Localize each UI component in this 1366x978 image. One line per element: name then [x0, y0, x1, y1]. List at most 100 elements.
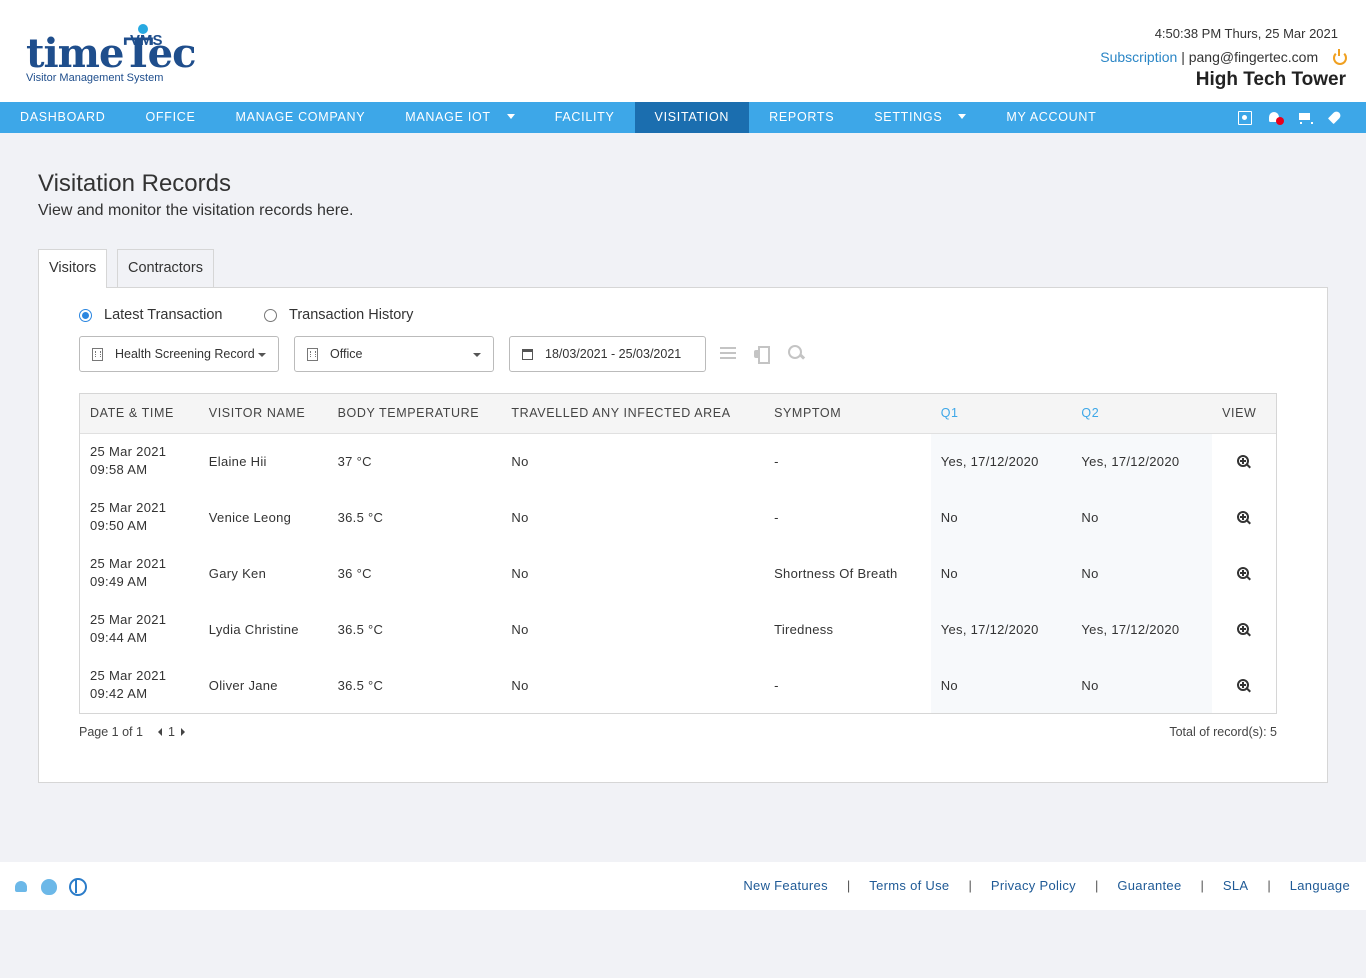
tab-visitors[interactable]: Visitors: [38, 249, 108, 288]
print-icon[interactable]: [754, 345, 770, 364]
dropdown-arrow-icon: [473, 353, 481, 357]
table-row: 25 Mar 2021 09:42 AM Oliver Jane 36.5 °C …: [80, 657, 1276, 713]
radio-transaction-history[interactable]: Transaction History: [264, 307, 413, 323]
nav-my-account[interactable]: MY ACCOUNT: [986, 102, 1116, 133]
subscription-link[interactable]: Subscription: [1100, 49, 1177, 65]
apple-icon[interactable]: [40, 877, 58, 895]
cell-datetime: 25 Mar 2021 09:42 AM: [90, 668, 167, 701]
cell-q2: No: [1071, 545, 1213, 601]
footer-link-sla[interactable]: SLA: [1223, 878, 1248, 893]
prev-page-icon[interactable]: [157, 728, 162, 736]
zoom-in-icon[interactable]: [1237, 678, 1251, 693]
col-header-q2[interactable]: Q2: [1071, 394, 1213, 434]
nav-visitation[interactable]: VISITATION: [634, 102, 750, 133]
footer-link-new-features[interactable]: New Features: [743, 878, 828, 893]
logo-vms: VMS: [130, 32, 163, 49]
nav-reports[interactable]: REPORTS: [749, 102, 854, 133]
cart-icon[interactable]: [1298, 111, 1313, 125]
cell-temperature: 36.5 °C: [337, 677, 384, 693]
radio-button-checked[interactable]: [79, 308, 92, 322]
col-header-datetime[interactable]: DATE & TIME: [80, 394, 199, 434]
table-row: 25 Mar 2021 09:44 AM Lydia Christine 36.5…: [80, 601, 1276, 657]
header: timeTec VMS Visitor Management System 4:…: [0, 0, 1366, 102]
search-icon[interactable]: [788, 345, 804, 361]
nav-office[interactable]: OFFICE: [125, 102, 215, 133]
cell-temperature: 36.5 °C: [337, 621, 384, 637]
date-range-picker[interactable]: 18/03/2021 - 25/03/2021: [509, 336, 706, 372]
globe-icon[interactable]: [68, 877, 87, 896]
main-nav: DASHBOARD OFFICE MANAGE COMPANY MANAGE I…: [0, 102, 1366, 133]
footer-link-guarantee[interactable]: Guarantee: [1117, 878, 1181, 893]
cell-q1: Yes, 17/12/2020: [930, 433, 1072, 489]
total-records: Total of record(s): 5: [1169, 725, 1277, 739]
android-icon[interactable]: [12, 877, 30, 895]
zoom-in-icon[interactable]: [1237, 566, 1251, 581]
list-icon[interactable]: [720, 345, 736, 361]
notification-bell-icon[interactable]: [1268, 111, 1284, 125]
nav-dashboard[interactable]: DASHBOARD: [0, 102, 125, 133]
contact-icon[interactable]: [1238, 110, 1252, 125]
cell-datetime: 25 Mar 2021 09:49 AM: [90, 556, 167, 589]
app-icons: [12, 877, 87, 896]
nav-settings[interactable]: SETTINGS: [854, 102, 986, 133]
cell-q2: No: [1071, 489, 1213, 545]
cell-q2: No: [1071, 657, 1213, 713]
footer-link-language[interactable]: Language: [1290, 878, 1350, 893]
cell-datetime: 25 Mar 2021 09:58 AM: [90, 444, 167, 478]
toolbar-icons: [720, 345, 804, 364]
page-number[interactable]: 1: [168, 725, 175, 739]
power-logout-icon[interactable]: [1332, 49, 1347, 65]
footer-link-privacy-policy[interactable]: Privacy Policy: [991, 878, 1076, 893]
user-line: Subscription | pang@fingertec.com: [1100, 49, 1347, 65]
location-select[interactable]: Office: [294, 336, 494, 372]
cell-view: [1212, 545, 1276, 601]
cell-visitor-name: Oliver Jane: [208, 677, 278, 693]
record-type-select[interactable]: Health Screening Record: [79, 336, 279, 372]
cell-symptom: -: [774, 453, 779, 469]
cell-q1: Yes, 17/12/2020: [930, 601, 1072, 657]
table-header-row: DATE & TIME VISITOR NAME BODY TEMPERATUR…: [80, 394, 1276, 434]
header-user-area: 4:50:38 PM Thurs, 25 Mar 2021 Subscripti…: [1100, 26, 1347, 91]
page-description: View and monitor the visitation records …: [38, 202, 354, 219]
records-table: DATE & TIME VISITOR NAME BODY TEMPERATUR…: [79, 393, 1277, 714]
zoom-in-icon[interactable]: [1237, 455, 1251, 469]
cell-symptom: Tiredness: [774, 621, 834, 637]
nav-manage-iot[interactable]: MANAGE IOT: [385, 102, 534, 133]
footer: New Features | Terms of Use | Privacy Po…: [0, 862, 1366, 910]
cell-visitor-name: Gary Ken: [208, 565, 267, 581]
building-icon: [307, 347, 318, 361]
timetec-logo[interactable]: timeTec VMS Visitor Management System: [26, 22, 196, 88]
radio-button-unchecked[interactable]: [264, 308, 277, 322]
footer-link-terms-of-use[interactable]: Terms of Use: [869, 878, 949, 893]
next-page-icon[interactable]: [180, 728, 185, 736]
col-header-body-temperature[interactable]: BODY TEMPERATURE: [327, 394, 502, 434]
cell-symptom: Shortness Of Breath: [774, 565, 898, 581]
cell-travelled: No: [511, 677, 529, 693]
user-separator: |: [1181, 49, 1185, 65]
notification-dot: [1276, 116, 1284, 125]
radio-latest-transaction[interactable]: Latest Transaction: [79, 307, 223, 323]
cell-visitor-name: Lydia Christine: [208, 621, 299, 637]
cell-datetime: 25 Mar 2021 09:50 AM: [90, 500, 167, 533]
cell-q1: No: [930, 489, 1072, 545]
cell-travelled: No: [511, 453, 529, 469]
tab-contractors[interactable]: Contractors: [117, 249, 214, 287]
cell-symptom: -: [774, 509, 779, 525]
page-info: Page 1 of 1: [79, 725, 143, 739]
zoom-in-icon[interactable]: [1237, 510, 1251, 525]
col-header-symptom[interactable]: SYMPTOM: [764, 394, 931, 434]
cell-view: [1212, 601, 1276, 657]
col-header-travelled[interactable]: TRAVELLED ANY INFECTED AREA: [501, 394, 765, 434]
cell-q2: Yes, 17/12/2020: [1071, 433, 1213, 489]
col-header-visitor-name[interactable]: VISITOR NAME: [198, 394, 328, 434]
zoom-in-icon[interactable]: [1237, 622, 1251, 637]
cell-travelled: No: [511, 509, 529, 525]
building-name: High Tech Tower: [1195, 69, 1346, 90]
col-header-q1[interactable]: Q1: [930, 394, 1072, 434]
cell-travelled: No: [511, 621, 529, 637]
building-icon: [92, 347, 103, 361]
nav-facility[interactable]: FACILITY: [535, 102, 635, 133]
rocket-icon[interactable]: [1328, 111, 1342, 125]
nav-icon-group: [1238, 102, 1342, 133]
nav-manage-company[interactable]: MANAGE COMPANY: [216, 102, 386, 133]
